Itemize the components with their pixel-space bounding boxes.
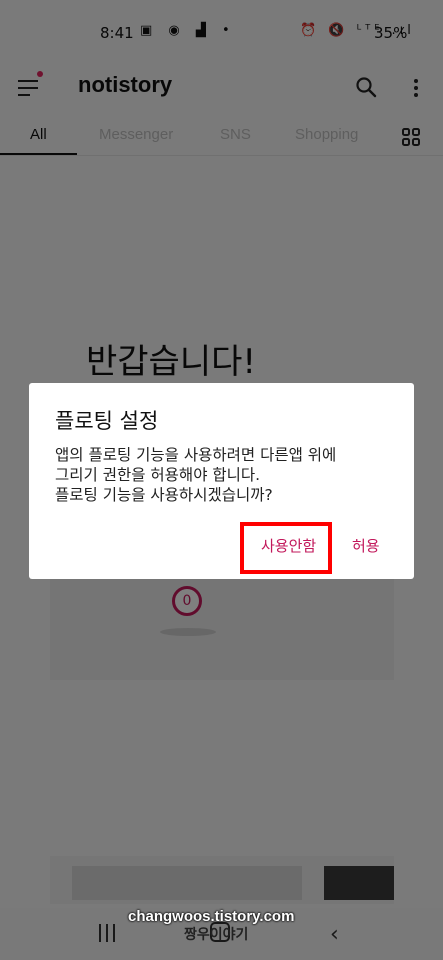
- watermark-url: changwoos.tistory.com: [128, 908, 295, 925]
- deny-button[interactable]: 사용안함: [261, 535, 316, 556]
- dialog-message-line: 앱의 플로팅 기능을 사용하려면 다른앱 위에: [55, 446, 337, 464]
- floating-settings-dialog: 플로팅 설정 앱의 플로팅 기능을 사용하려면 다른앱 위에 그리기 권한을 허…: [29, 383, 414, 579]
- allow-button[interactable]: 허용: [352, 535, 380, 556]
- dialog-message-line: 그리기 권한을 허용해야 합니다.: [55, 466, 261, 484]
- dialog-message: 앱의 플로팅 기능을 사용하려면 다른앱 위에 그리기 권한을 허용해야 합니다…: [55, 445, 400, 505]
- watermark-subtitle: 짱우이야기: [184, 927, 249, 943]
- dialog-message-line: 플로팅 기능을 사용하시겠습니까?: [55, 486, 273, 504]
- dialog-title: 플로팅 설정: [55, 409, 159, 433]
